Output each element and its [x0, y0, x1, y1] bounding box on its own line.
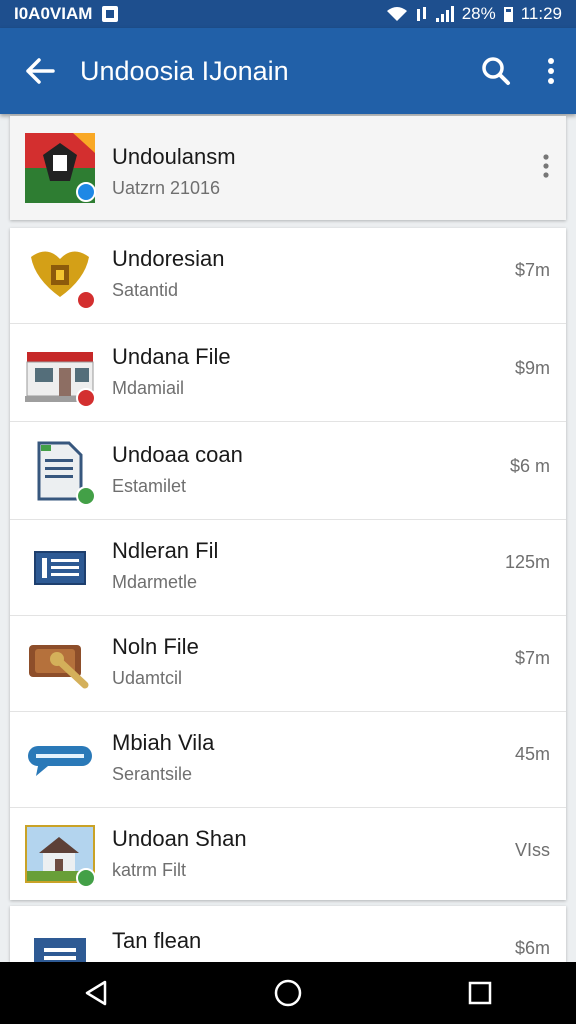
file-subtitle: katrm Filt — [112, 860, 186, 880]
status-badge — [76, 290, 96, 310]
data-icon — [416, 7, 426, 21]
file-title: Ndleran Fil — [112, 538, 219, 563]
file-size: VIss — [514, 840, 550, 860]
battery-icon — [503, 6, 513, 22]
status-badge — [76, 388, 96, 408]
wifi-icon — [386, 7, 407, 21]
house-photo-icon — [24, 818, 96, 890]
list-item[interactable]: Mbiah Vila Serantsile 45m — [10, 712, 566, 808]
file-title: Undoresian — [112, 246, 225, 271]
status-left-text: I0A0VIAM — [14, 4, 93, 23]
file-title: Noln File — [112, 634, 199, 659]
wallet-key-icon — [24, 628, 96, 700]
list-item[interactable]: Tan flean $6m — [10, 906, 566, 962]
file-size: $9m — [514, 358, 550, 378]
file-size: $6 m — [509, 456, 550, 476]
file-size: 45m — [514, 744, 550, 764]
file-title: Undoaa coan — [112, 442, 243, 467]
file-title: Undoan Shan — [112, 826, 247, 851]
row-more-button[interactable] — [542, 154, 550, 182]
flag-emblem-icon — [24, 132, 96, 204]
file-subtitle: Serantsile — [112, 764, 193, 784]
list-item[interactable]: Undoresian Satantid $7m — [10, 228, 566, 324]
featured-title: Undoulansm — [112, 144, 236, 169]
search-button[interactable] — [466, 28, 526, 114]
list-icon — [24, 532, 96, 604]
garuda-emblem-icon — [24, 240, 96, 312]
file-subtitle: Satantid — [112, 280, 179, 300]
file-subtitle: Mdarmetle — [112, 572, 198, 592]
status-badge — [76, 486, 96, 506]
list-item[interactable]: Undoan Shan katrm Filt VIss — [10, 808, 566, 900]
list-item[interactable]: Noln File Udamtcil $7m — [10, 616, 566, 712]
system-nav-bar — [0, 962, 576, 1024]
app-title: Undoosia IJonain — [80, 55, 289, 86]
list-item[interactable]: Ndleran Fil Mdarmetle 125m — [10, 520, 566, 616]
nav-recents-button[interactable] — [450, 962, 510, 1024]
app-bar: Undoosia IJonain — [0, 28, 576, 114]
status-badge — [76, 182, 96, 202]
file-size: $6m — [514, 938, 550, 958]
clock: 11:29 — [520, 4, 562, 23]
chat-bubble-icon — [24, 724, 96, 796]
status-badge — [76, 868, 96, 888]
back-button[interactable] — [0, 28, 80, 114]
more-vert-icon — [543, 154, 549, 178]
file-list-continued: Tan flean $6m — [10, 906, 566, 962]
circle-home-icon — [274, 979, 302, 1007]
file-size: $7m — [514, 260, 550, 280]
triangle-back-icon — [85, 980, 107, 1006]
square-recents-icon — [468, 981, 492, 1005]
status-bar: I0A0VIAM 28% 11:29 — [0, 0, 576, 28]
file-subtitle: Mdamiail — [112, 378, 185, 398]
list-item[interactable]: Undoaa coan Estamilet $6 m — [10, 422, 566, 520]
signal-icon — [435, 6, 454, 22]
search-icon — [482, 57, 510, 85]
file-title: Tan flean — [112, 928, 202, 953]
featured-card[interactable]: Undoulansm Uatzrn 21016 — [10, 116, 566, 220]
file-list: Undoresian Satantid $7m Undana File Mdam… — [10, 228, 566, 900]
nav-back-button[interactable] — [66, 962, 126, 1024]
notification-icon — [102, 6, 119, 22]
list-item[interactable]: Undana File Mdamiail $9m — [10, 324, 566, 422]
file-size: $7m — [514, 648, 550, 668]
document-icon — [24, 436, 96, 508]
document-blue-icon — [24, 918, 96, 962]
featured-subtitle: Uatzrn 21016 — [112, 178, 221, 198]
file-size: 125m — [504, 552, 550, 572]
more-vert-icon — [548, 58, 554, 84]
featured-row[interactable]: Undoulansm Uatzrn 21016 — [10, 116, 566, 220]
more-options-button[interactable] — [526, 28, 576, 114]
back-arrow-icon — [26, 58, 55, 84]
file-title: Mbiah Vila — [112, 730, 215, 755]
storefront-icon — [24, 338, 96, 410]
nav-home-button[interactable] — [258, 962, 318, 1024]
file-title: Undana File — [112, 344, 231, 369]
battery-percent: 28% — [461, 4, 496, 23]
file-subtitle: Udamtcil — [112, 668, 183, 688]
file-subtitle: Estamilet — [112, 476, 187, 496]
